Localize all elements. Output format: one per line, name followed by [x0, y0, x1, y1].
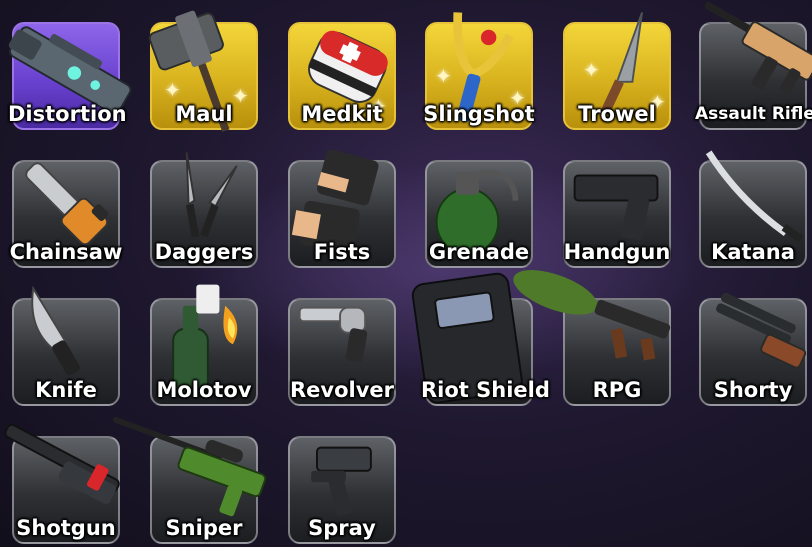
weapon-label: Assault Rifle [695, 104, 812, 124]
weapon-label: Riot Shield [421, 378, 550, 402]
weapon-label: Sniper [165, 516, 243, 540]
weapon-slot-handgun[interactable]: Handgun [563, 160, 671, 268]
weapon-slot-katana[interactable]: Katana [699, 150, 807, 268]
weapon-slot-chainsaw[interactable]: Chainsaw [10, 160, 122, 268]
weapon-slot-daggers[interactable]: Daggers [150, 152, 258, 268]
sparkle-icon: ✦ [583, 58, 600, 82]
weapon-label: Revolver [289, 378, 394, 402]
weapon-slot-distortion[interactable]: Distortion [8, 22, 132, 130]
weapon-slot-riot-shield[interactable]: Riot Shield [411, 272, 550, 406]
weapon-label: Handgun [563, 240, 671, 264]
weapon-slot-shotgun[interactable]: Shotgun [4, 423, 120, 544]
sparkle-icon: ✦ [164, 78, 181, 102]
weapon-slot-spray[interactable]: Spray [288, 436, 396, 544]
weapon-label: Molotov [156, 378, 252, 402]
weapon-label: Grenade [428, 240, 530, 264]
weapon-label: RPG [592, 378, 642, 402]
weapon-slot-trowel[interactable]: ✦ ✦ Trowel [563, 12, 671, 130]
weapon-label: Shotgun [16, 516, 116, 540]
weapon-slot-rpg[interactable]: RPG [513, 270, 671, 406]
weapon-slot-medkit[interactable]: ✦ Medkit [288, 22, 396, 130]
weapon-label: Shorty [713, 378, 793, 402]
weapon-label: Spray [308, 516, 376, 540]
weapon-label: Katana [711, 240, 795, 264]
weapon-slot-slingshot[interactable]: ✦ ✦ Slingshot [423, 12, 535, 130]
weapon-slot-maul[interactable]: ✦ ✦ Maul [148, 10, 258, 132]
weapon-slot-revolver[interactable]: Revolver [288, 298, 396, 406]
weapon-slot-molotov[interactable]: Molotov [150, 284, 258, 406]
weapon-slot-sniper[interactable]: Sniper [112, 417, 267, 544]
weapon-label: Distortion [8, 102, 127, 126]
weapon-label: Fists [313, 240, 371, 264]
weapon-label: Chainsaw [9, 240, 123, 264]
weapon-label: Medkit [301, 102, 383, 126]
weapon-slot-grenade[interactable]: Grenade [425, 160, 533, 268]
weapon-label: Knife [35, 378, 97, 402]
weapon-label: Trowel [578, 102, 656, 126]
weapon-slot-fists[interactable]: Fists [288, 149, 396, 268]
weapon-label: Slingshot [423, 102, 535, 126]
weapon-slot-knife[interactable]: Knife [12, 285, 120, 406]
weapon-slot-assault-rifle[interactable]: Assault Rifle [695, 1, 812, 130]
weapon-inventory-grid: Distortion ✦ ✦ Maul ✦ Medkit ✦ ✦ Slingsh… [0, 0, 812, 547]
weapon-label: Daggers [154, 240, 254, 264]
weapon-slot-shorty[interactable]: Shorty [699, 292, 807, 406]
weapon-label: Maul [175, 102, 233, 126]
sparkle-icon: ✦ [435, 64, 452, 88]
